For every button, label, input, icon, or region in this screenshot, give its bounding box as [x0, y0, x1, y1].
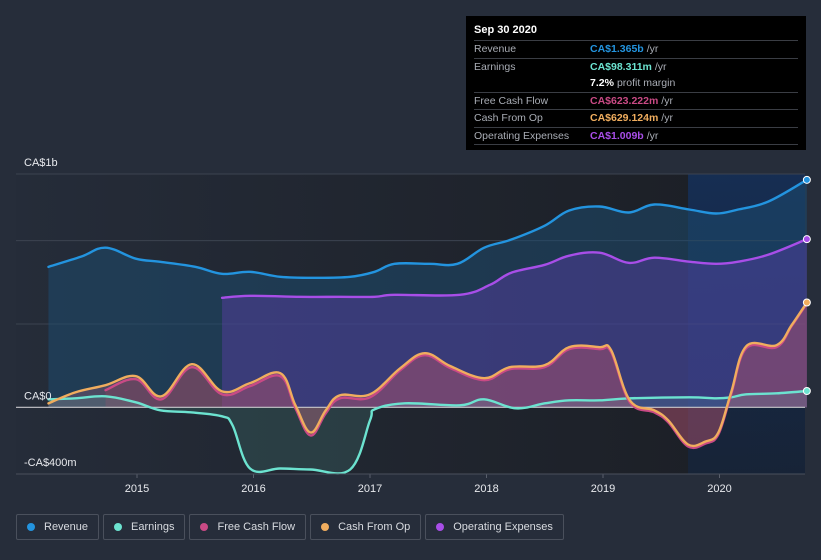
- legend: Revenue Earnings Free Cash Flow Cash Fro…: [16, 514, 564, 540]
- tooltip-value: 7.2%: [590, 77, 614, 89]
- x-tick-label: 2017: [358, 483, 382, 495]
- y-tick-label: -CA$400m: [24, 457, 77, 469]
- tooltip-value: CA$629.124m: [590, 112, 659, 124]
- legend-item-free-cash-flow[interactable]: Free Cash Flow: [189, 514, 307, 540]
- tooltip-unit: /yr: [661, 112, 673, 124]
- legend-item-revenue[interactable]: Revenue: [16, 514, 100, 540]
- tooltip-label: Operating Expenses: [474, 129, 570, 142]
- tooltip-row-free-cash-flow: Free Cash Flow CA$623.222m /yr: [474, 93, 798, 110]
- x-tick-label: 2018: [474, 483, 498, 495]
- legend-label: Earnings: [131, 521, 175, 533]
- tooltip-value: CA$1.365b: [590, 43, 644, 55]
- free-cash-flow-dot-icon: [200, 523, 209, 531]
- revenue-end-dot: [802, 175, 811, 184]
- legend-label: Cash From Op: [338, 521, 411, 533]
- tooltip-value: CA$623.222m: [590, 94, 659, 107]
- tooltip-row-earnings: Earnings CA$98.311m /yr: [474, 59, 798, 76]
- opex-end-dot: [802, 235, 811, 244]
- tooltip-row-cash-from-op: Cash From Op CA$629.124m /yr: [474, 110, 798, 128]
- tooltip-row-operating-expenses: Operating Expenses CA$1.009b /yr: [474, 128, 798, 145]
- legend-item-operating-expenses[interactable]: Operating Expenses: [425, 514, 564, 540]
- x-tick-label: 2020: [707, 483, 731, 495]
- tooltip-row-profit-margin: 7.2% profit margin: [474, 75, 798, 93]
- tooltip-row-revenue: Revenue CA$1.365b /yr: [474, 41, 798, 59]
- legend-item-cash-from-op[interactable]: Cash From Op: [310, 514, 422, 540]
- tooltip-unit: /yr: [646, 129, 659, 142]
- cfo-end-dot: [802, 298, 811, 307]
- earnings-dot-icon: [114, 523, 123, 531]
- tooltip-unit: /yr: [646, 43, 659, 55]
- legend-item-earnings[interactable]: Earnings: [103, 514, 186, 540]
- tooltip-label: Earnings: [474, 60, 516, 73]
- operating-expenses-dot-icon: [436, 523, 445, 531]
- tooltip-unit: /yr: [654, 60, 667, 73]
- tooltip-value: CA$1.009b: [590, 129, 644, 142]
- legend-label: Operating Expenses: [453, 521, 553, 533]
- x-tick-label: 2019: [591, 483, 615, 495]
- tooltip-value: CA$98.311m: [590, 60, 652, 73]
- x-tick-label: 2015: [125, 483, 149, 495]
- tooltip-label: [474, 75, 590, 92]
- revenue-dot-icon: [27, 523, 35, 531]
- earnings-end-dot: [802, 387, 811, 395]
- tooltip: Sep 30 2020 Revenue CA$1.365b /yr Earnin…: [466, 16, 806, 150]
- legend-label: Revenue: [44, 521, 89, 533]
- x-tick-label: 2016: [241, 483, 265, 495]
- tooltip-label: Free Cash Flow: [474, 94, 549, 107]
- y-tick-label: CA$1b: [24, 157, 58, 169]
- tooltip-label: Revenue: [474, 43, 517, 55]
- tooltip-unit: profit margin: [616, 77, 676, 89]
- tooltip-unit: /yr: [661, 94, 673, 107]
- tooltip-label: Cash From Op: [474, 112, 543, 124]
- legend-label: Free Cash Flow: [217, 521, 296, 533]
- cash-from-op-dot-icon: [321, 523, 330, 531]
- x-axis: 2015 2016 2017 2018 2019 2020: [16, 473, 805, 495]
- tooltip-date: Sep 30 2020: [474, 23, 798, 41]
- y-tick-label: CA$0: [24, 390, 52, 402]
